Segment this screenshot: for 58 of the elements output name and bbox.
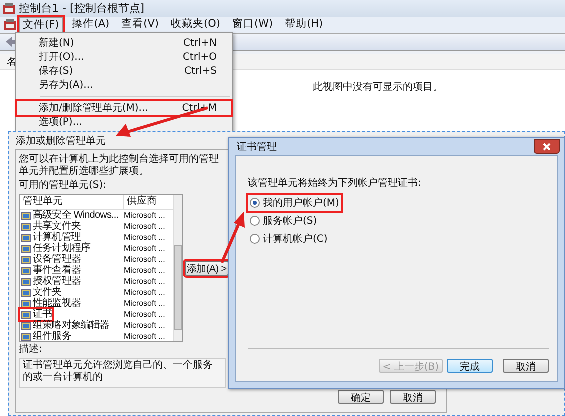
table-cell-text: Microsoft ...: [124, 277, 166, 286]
list-item[interactable]: 设备管理器: [20, 254, 82, 265]
list-item[interactable]: 任务计划程序: [20, 243, 91, 254]
table-cell-text: Microsoft ...: [124, 299, 166, 308]
cancel-button[interactable]: 取消: [503, 359, 549, 373]
menu-item[interactable]: 保存(S) Ctrl+S: [17, 64, 231, 78]
list-item[interactable]: 性能监视器: [20, 298, 82, 309]
table-cell-text: Microsoft ...: [124, 321, 166, 330]
list-item[interactable]: 文件夹: [20, 287, 62, 298]
column-header[interactable]: 供应商: [124, 195, 157, 209]
radio-option[interactable]: 服务帐户(S): [248, 213, 320, 229]
ok-button[interactable]: 确定: [338, 390, 384, 404]
radio-option[interactable]: 计算机帐户(C): [248, 231, 330, 247]
table-cell-text: Microsoft ...: [124, 211, 166, 220]
close-button[interactable]: [534, 139, 560, 154]
menu-item[interactable]: 操作(A): [69, 17, 113, 33]
console-icon[interactable]: [4, 19, 16, 31]
column-header[interactable]: 管理单元: [20, 195, 124, 209]
menu-item[interactable]: 收藏夹(O): [168, 17, 224, 33]
table-cell-text: Microsoft ...: [124, 266, 166, 275]
menu-item[interactable]: 窗口(W): [229, 17, 276, 33]
table-cell-text: Microsoft ...: [124, 288, 166, 297]
cancel-button[interactable]: 取消: [390, 390, 436, 404]
window-title: 控制台1 - [控制台根节点]: [19, 1, 145, 16]
dialog-title: 证书管理: [237, 140, 278, 154]
list-item[interactable]: 授权管理器: [20, 276, 82, 287]
scrollbar[interactable]: [173, 195, 182, 341]
list-item[interactable]: 组件服务: [20, 331, 72, 342]
table-cell-text: Microsoft ...: [124, 244, 166, 253]
menu-item[interactable]: 帮助(H): [282, 17, 326, 33]
list-item[interactable]: 事件查看器: [20, 265, 82, 276]
list-item[interactable]: 共享文件夹: [20, 221, 82, 232]
list-item[interactable]: 证书: [20, 309, 52, 320]
menu-item[interactable]: 文件(F): [19, 17, 64, 33]
list-item[interactable]: 组策略对象编辑器: [20, 320, 110, 331]
empty-message: 此视图中没有可显示的项目。: [313, 82, 443, 93]
menu-item[interactable]: 打开(O)... Ctrl+O: [17, 50, 231, 64]
list-label: 可用的管理单元(S):: [19, 180, 108, 192]
table-cell-text: Microsoft ...: [124, 233, 166, 242]
menu-item[interactable]: 查看(V): [118, 17, 162, 33]
description-label: 描述:: [19, 344, 44, 356]
close-icon: [543, 142, 551, 150]
table-cell-text: Microsoft ...: [124, 255, 166, 264]
intro-text: 您可以在计算机上为此控制台选择可用的管理单元并配置所选哪些扩展项。: [19, 154, 220, 178]
finish-button[interactable]: 完成: [447, 359, 493, 373]
list-item[interactable]: 高级安全 Windows...: [20, 210, 119, 221]
add-button[interactable]: 添加(A) >: [185, 260, 229, 276]
dialog-title: 添加或删除管理单元: [16, 134, 106, 148]
prompt-text: 该管理单元将始终为下列帐户管理证书:: [248, 176, 422, 190]
table-cell-text: Microsoft ...: [124, 222, 166, 231]
list-item[interactable]: 计算机管理: [20, 232, 82, 243]
description-text: 证书管理单元允许您浏览自己的、一个服务的或一台计算机的: [19, 358, 226, 388]
table-cell-text: Microsoft ...: [124, 310, 166, 319]
menu-item[interactable]: 选项(P)...: [17, 115, 231, 129]
console-icon: [3, 2, 15, 14]
radio-option[interactable]: 我的用户帐户(M): [248, 195, 342, 211]
menu-item[interactable]: 另存为(A)...: [17, 78, 231, 92]
table-cell-text: Microsoft ...: [124, 332, 166, 341]
